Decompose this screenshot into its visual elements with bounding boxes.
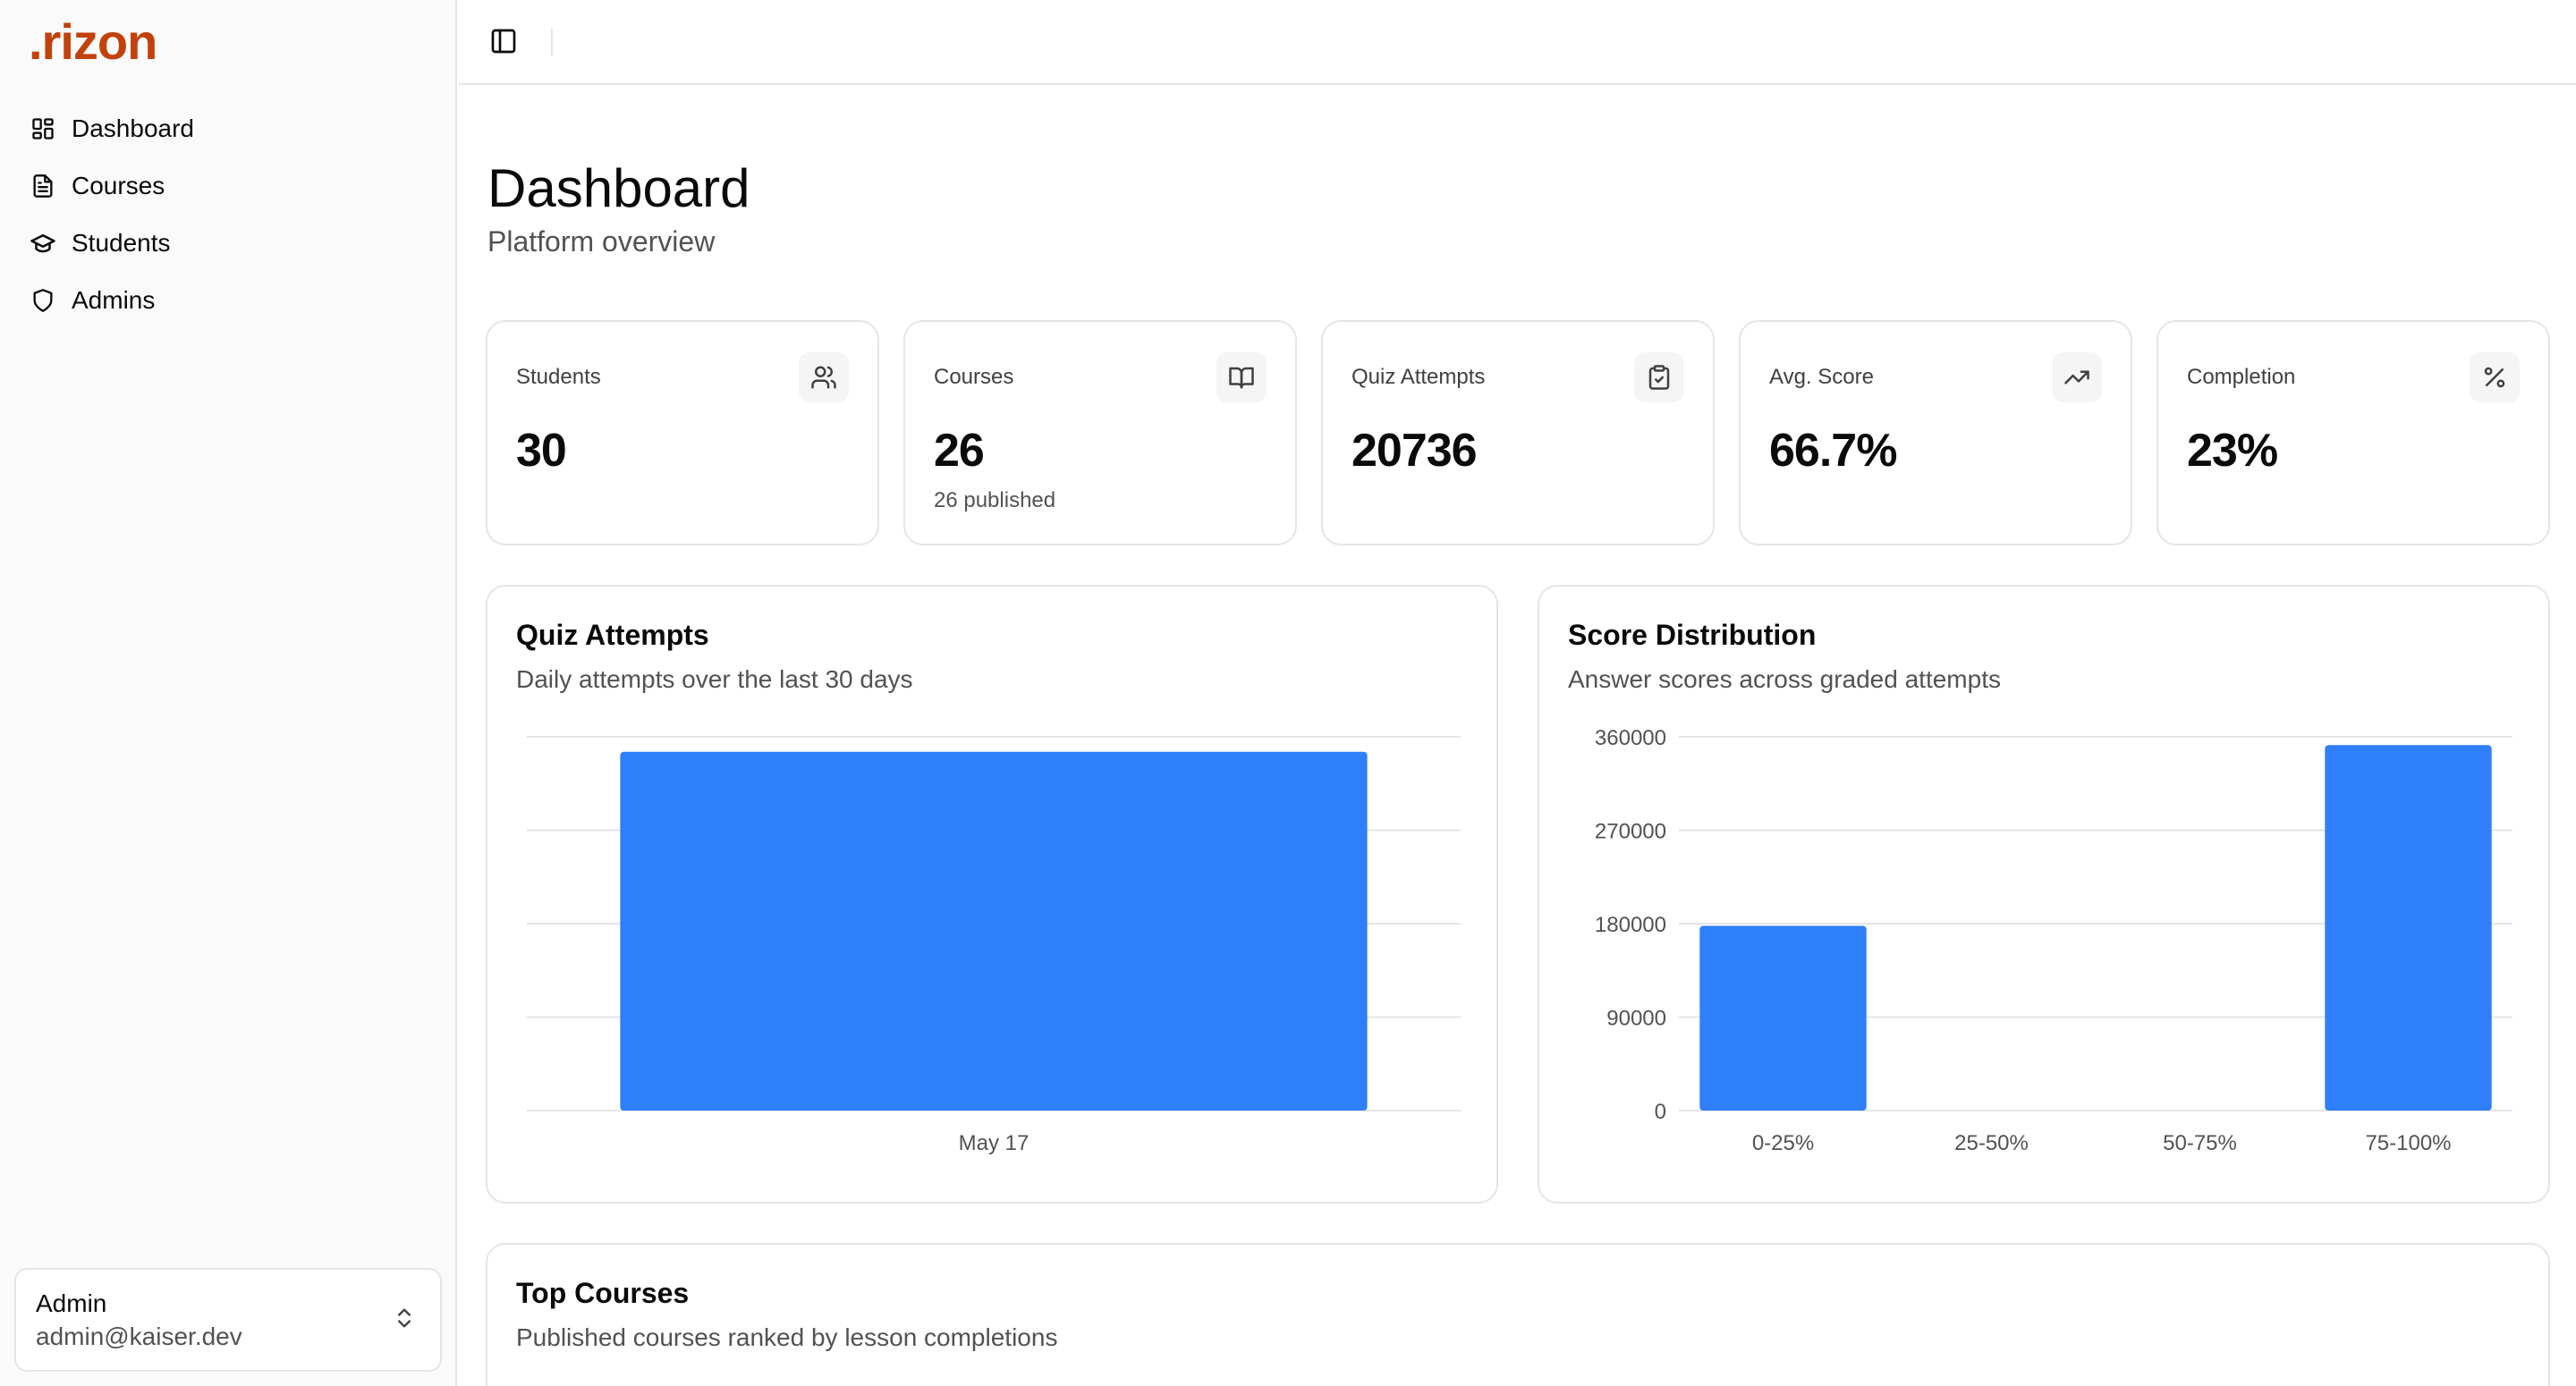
y-tick-label: 90000 [1606,1007,1666,1031]
user-menu-button[interactable]: Admin admin@kaiser.dev [14,1268,442,1372]
topbar-divider [551,29,553,55]
top-courses-card: Top Courses Published courses ranked by … [486,1243,2550,1386]
stat-value: 20736 [1352,425,1478,477]
sidebar-item-label: Admins [72,286,156,314]
chevrons-up-down-icon [392,1306,420,1334]
bar[interactable] [1699,925,1867,1111]
stat-card-courses: Courses 26 26 published [903,320,1297,545]
stat-label: Completion [2187,365,2296,389]
user-email: admin@kaiser.dev [36,1323,242,1350]
page-subtitle: Platform overview [487,225,716,258]
clipboard-check-icon [1634,352,1684,402]
dashboard-icon [29,114,57,143]
stat-card-students: Students 30 [486,320,879,545]
document-icon [29,172,57,200]
sidebar-item-courses[interactable]: Courses [14,157,442,215]
sidebar-item-label: Courses [72,172,165,199]
stat-value: 30 [516,425,567,477]
stat-label: Quiz Attempts [1352,365,1486,389]
quiz-attempts-chart: May 17 [527,736,1461,1155]
stat-value: 26 [934,425,985,477]
sidebar-toggle-button[interactable] [486,25,521,61]
sidebar-nav: Dashboard Courses Students Admins [14,100,442,329]
y-tick-label: 0 [1655,1100,1666,1124]
y-tick-label: 360000 [1595,726,1666,750]
x-tick-label: 0-25% [1752,1131,1814,1155]
card-subtitle: Published courses ranked by lesson compl… [516,1323,1058,1351]
x-tick-label: 50-75% [2163,1131,2237,1155]
x-tick-label: May 17 [959,1131,1030,1155]
shield-icon [29,286,57,315]
trending-up-icon [2052,352,2102,402]
book-icon [1216,352,1267,402]
stat-label: Students [516,365,601,389]
stat-value: 23% [2187,425,2278,477]
score-distribution-chart: 0 90000 180000 270000 360000 0-25% 25-50% 50-75… [1595,726,2512,1155]
graduation-cap-icon [29,229,57,258]
x-tick-label: 25-50% [1954,1131,2029,1155]
stat-label: Avg. Score [1769,365,1874,389]
score-distribution-card: Score Distribution Answer scores across … [1538,585,2550,1204]
bar[interactable] [620,751,1368,1111]
sidebar-item-admins[interactable]: Admins [14,272,442,329]
bar[interactable] [2325,745,2492,1111]
brand-logo[interactable]: .rizon [29,13,157,71]
sidebar-item-label: Dashboard [72,114,194,142]
sidebar: .rizon Dashboard Courses Students Admins… [0,0,457,1386]
percent-icon [2470,352,2520,402]
users-icon [799,352,849,402]
quiz-attempts-card: Quiz Attempts Daily attempts over the la… [486,585,1498,1204]
sidebar-item-students[interactable]: Students [14,215,442,272]
stat-label: Courses [934,365,1014,389]
stat-subtext: 26 published [934,488,1056,512]
user-name: Admin [36,1289,107,1317]
stat-card-avg-score: Avg. Score 66.7% [1739,320,2132,545]
topbar [459,0,2576,85]
stat-card-completion: Completion 23% [2157,320,2550,545]
stat-value: 66.7% [1769,425,1897,477]
page-title: Dashboard [487,158,750,218]
stat-card-quiz-attempts: Quiz Attempts 20736 [1321,320,1715,545]
x-tick-label: 75-100% [2365,1131,2451,1155]
sidebar-item-label: Students [72,229,171,257]
y-tick-label: 180000 [1595,913,1666,937]
sidebar-item-dashboard[interactable]: Dashboard [14,100,442,157]
panel-left-icon [489,27,518,60]
y-tick-label: 270000 [1595,820,1666,844]
card-title: Top Courses [516,1277,690,1309]
